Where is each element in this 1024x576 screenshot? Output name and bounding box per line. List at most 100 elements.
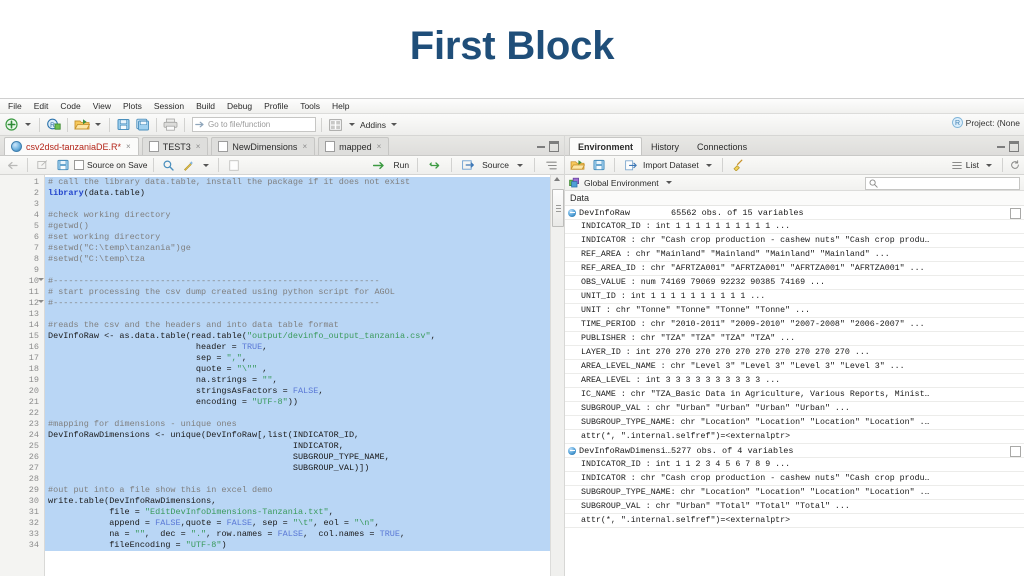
code-line[interactable]: # call the library data.table, install t… — [45, 177, 550, 188]
compile-report-icon[interactable] — [225, 157, 242, 174]
save-document-icon[interactable] — [54, 157, 71, 174]
code-line[interactable]: SUBGROUP_TYPE_NAME, — [45, 452, 550, 463]
menu-item-debug[interactable]: Debug — [221, 99, 258, 113]
source-tab-3[interactable]: mapped × — [318, 137, 390, 155]
source-tab-0[interactable]: csv2dsd-tanzaniaDE.R* × — [4, 137, 139, 155]
environment-search-input[interactable] — [865, 177, 1020, 190]
list-view-label[interactable]: List — [966, 160, 979, 170]
import-dataset-icon[interactable] — [622, 157, 639, 174]
code-tools-caret[interactable] — [203, 163, 210, 167]
find-replace-icon[interactable] — [160, 157, 177, 174]
code-line[interactable]: #out put into a file show this in excel … — [45, 485, 550, 496]
code-line[interactable]: file = "EditDevInfoDimensions-Tanzania.t… — [45, 507, 550, 518]
rerun-icon[interactable] — [426, 157, 443, 174]
code-line[interactable] — [45, 408, 550, 419]
menu-item-build[interactable]: Build — [190, 99, 221, 113]
menu-item-edit[interactable]: Edit — [28, 99, 55, 113]
code-line[interactable] — [45, 309, 550, 320]
list-view-caret[interactable] — [986, 163, 992, 167]
menu-item-help[interactable]: Help — [326, 99, 355, 113]
import-dataset-caret[interactable] — [705, 163, 712, 167]
back-arrow-icon[interactable] — [4, 157, 21, 174]
code-line[interactable]: write.table(DevInfoRawDimensions, — [45, 496, 550, 507]
maximize-pane-icon[interactable] — [1009, 141, 1019, 152]
minimize-pane-icon[interactable] — [537, 145, 545, 148]
code-line[interactable] — [45, 265, 550, 276]
code-line[interactable]: na.strings = "", — [45, 375, 550, 386]
env-tab-connections[interactable]: Connections — [688, 137, 756, 155]
save-all-icon[interactable] — [134, 116, 151, 133]
print-icon[interactable] — [162, 116, 179, 133]
code-line[interactable] — [45, 474, 550, 485]
code-line[interactable]: quote = "\"" , — [45, 364, 550, 375]
environment-object-list[interactable]: Data DevInfoRaw 65562 obs. of 15 variable… — [565, 191, 1024, 576]
global-environment-label[interactable]: Global Environment — [584, 178, 659, 188]
code-tools-icon[interactable] — [180, 157, 197, 174]
code-line[interactable]: append = FALSE,quote = FALSE, sep = "\t"… — [45, 518, 550, 529]
code-line[interactable]: #mapping for dimensions - unique ones — [45, 419, 550, 430]
menu-item-plots[interactable]: Plots — [117, 99, 148, 113]
addins-button[interactable]: Addins — [360, 120, 386, 130]
collapse-toggle-icon[interactable] — [568, 208, 576, 217]
close-icon[interactable]: × — [377, 142, 382, 151]
collapse-toggle-icon[interactable] — [568, 446, 576, 455]
view-data-grid-icon[interactable] — [1010, 208, 1021, 219]
code-line[interactable]: DevInfoRawDimensions <- unique(DevInfoRa… — [45, 430, 550, 441]
minimize-pane-icon[interactable] — [997, 145, 1005, 148]
clear-workspace-broom-icon[interactable] — [730, 157, 747, 174]
env-tab-environment[interactable]: Environment — [569, 137, 643, 155]
show-in-new-window-icon[interactable] — [34, 157, 51, 174]
code-line[interactable] — [45, 199, 550, 210]
workspace-panes-icon[interactable] — [327, 116, 344, 133]
open-file-icon[interactable] — [73, 116, 90, 133]
code-line[interactable]: library(data.table) — [45, 188, 550, 199]
source-icon[interactable] — [460, 157, 477, 174]
close-icon[interactable]: × — [302, 142, 307, 151]
open-file-dropdown-caret[interactable] — [95, 123, 101, 126]
code-line[interactable]: #reads the csv and the headers and into … — [45, 320, 550, 331]
menu-item-view[interactable]: View — [87, 99, 117, 113]
code-line[interactable]: SUBGROUP_VAL)]) — [45, 463, 550, 474]
code-editor[interactable]: 1 2 3 4 5 6 7 8 9 10 11 12 13 14 15 16 17 18 19 20 21 22 23 24 2… — [0, 175, 564, 576]
code-line[interactable]: #set working directory — [45, 232, 550, 243]
menu-item-tools[interactable]: Tools — [294, 99, 326, 113]
scrollbar-thumb[interactable] — [552, 189, 564, 227]
new-file-dropdown-caret[interactable] — [25, 123, 31, 126]
run-button-label[interactable]: Run — [393, 160, 409, 170]
menu-item-file[interactable]: File — [2, 99, 28, 113]
new-file-icon[interactable] — [3, 116, 20, 133]
environment-object-row[interactable]: DevInfoRawDimensi… 5277 obs. of 4 variabl… — [565, 444, 1024, 458]
go-to-file-input[interactable]: Go to file/function — [192, 117, 316, 132]
panes-dropdown-caret[interactable] — [349, 123, 355, 126]
code-line[interactable]: header = TRUE, — [45, 342, 550, 353]
project-indicator[interactable]: R Project: (None — [951, 117, 1020, 128]
source-dropdown-caret[interactable] — [517, 163, 523, 167]
source-tab-2[interactable]: NewDimensions × — [211, 137, 316, 155]
save-icon[interactable] — [115, 116, 132, 133]
view-data-grid-icon[interactable] — [1010, 446, 1021, 457]
close-icon[interactable]: × — [196, 142, 201, 151]
maximize-pane-icon[interactable] — [549, 141, 559, 152]
run-icon[interactable] — [371, 157, 388, 174]
save-workspace-icon[interactable] — [590, 157, 607, 174]
source-button-label[interactable]: Source — [482, 160, 509, 170]
env-tab-history[interactable]: History — [642, 137, 688, 155]
scroll-up-arrow-icon[interactable] — [554, 177, 560, 181]
source-on-save-checkbox[interactable] — [74, 160, 84, 170]
global-environment-caret[interactable] — [665, 181, 672, 184]
code-line[interactable]: DevInfoRaw <- as.data.table(read.table("… — [45, 331, 550, 342]
code-line[interactable]: #setwd("C:\temp\tanzania")ge — [45, 243, 550, 254]
code-line[interactable]: #getwd() — [45, 221, 550, 232]
menu-item-session[interactable]: Session — [148, 99, 190, 113]
code-line[interactable]: #setwd("C:\temp\tza — [45, 254, 550, 265]
editor-vertical-scrollbar[interactable] — [550, 175, 564, 576]
code-line[interactable]: encoding = "UTF-8")) — [45, 397, 550, 408]
menu-item-code[interactable]: Code — [54, 99, 86, 113]
load-workspace-icon[interactable] — [569, 157, 586, 174]
code-line[interactable]: na = "", dec = ".", row.names = FALSE, c… — [45, 529, 550, 540]
fold-arrow-icon[interactable] — [38, 278, 44, 281]
environment-object-row[interactable]: DevInfoRaw 65562 obs. of 15 variables — [565, 206, 1024, 220]
code-line[interactable]: INDICATOR, — [45, 441, 550, 452]
code-line[interactable]: # start processing the csv dump created … — [45, 287, 550, 298]
code-line[interactable]: stringsAsFactors = FALSE, — [45, 386, 550, 397]
